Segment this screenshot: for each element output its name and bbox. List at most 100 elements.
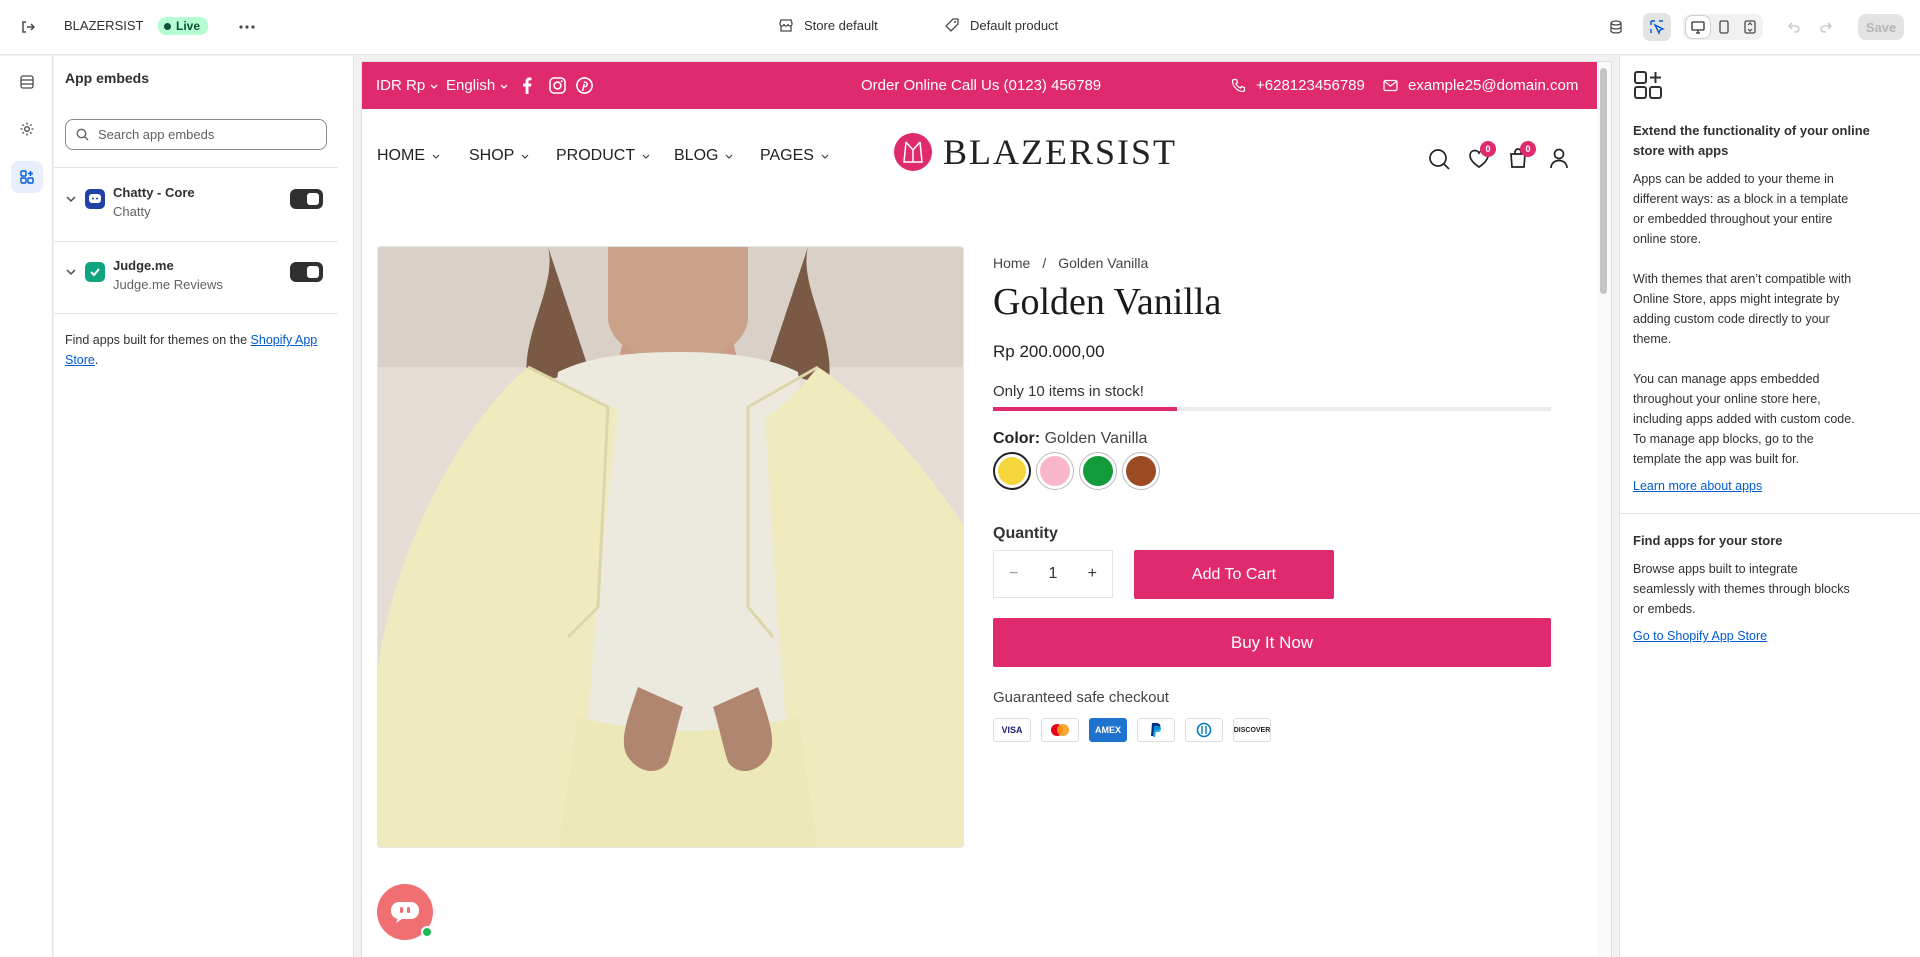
store-name: BLAZERSIST [64,18,144,33]
pinterest-icon[interactable] [576,62,593,109]
app-embeds-icon[interactable] [11,161,43,193]
safe-checkout-text: Guaranteed safe checkout [993,689,1169,706]
template-selector[interactable]: Default product [944,17,1058,33]
info-paragraph: You can manage apps embedded throughout … [1633,372,1855,466]
stock-text: Only 10 items in stock! [993,383,1144,400]
color-label: Color: Golden Vanilla [993,430,1147,448]
app-embed-judgeme[interactable]: Judge.me Judge.me Reviews [54,250,344,310]
announcement-bar: IDR Rp English Order Online Call Us (012… [362,62,1597,109]
email-link[interactable]: example25@domain.com [1383,62,1578,109]
info-paragraph: With themes that aren’t compatible with … [1633,272,1852,346]
divider [54,313,338,314]
store-preview: IDR Rp English Order Online Call Us (012… [362,62,1611,957]
instagram-icon[interactable] [549,62,566,109]
mastercard-icon [1041,718,1079,742]
breadcrumb-current: Golden Vanilla [1058,255,1149,271]
chevron-down-icon [430,84,438,89]
menu-pages[interactable]: PAGES [760,147,830,165]
info-paragraph: Apps can be added to your theme in diffe… [1633,172,1849,246]
quantity-plus-button[interactable]: + [1088,565,1097,583]
fullscreen-view-icon[interactable] [1738,16,1762,38]
phone-number: +628123456789 [1256,77,1365,94]
exit-icon[interactable] [14,13,42,41]
account-icon[interactable] [1548,147,1570,169]
editor-topbar: BLAZERSIST Live Store default Default pr… [0,0,1920,55]
color-label-key: Color: [993,430,1041,447]
info-heading: Extend the functionality of your online … [1633,123,1870,158]
add-to-cart-button[interactable]: Add To Cart [1134,550,1334,599]
breadcrumb: Home / Golden Vanilla [993,255,1148,271]
desktop-view-icon[interactable] [1686,16,1710,38]
info-paragraph: Browse apps built to integrate seamlessl… [1633,562,1850,616]
judgeme-logo-icon [85,262,105,282]
find-apps-heading: Find apps for your store [1633,533,1783,548]
menu-shop[interactable]: SHOP [469,147,530,165]
phone-icon [1231,78,1246,93]
chevron-down-icon [521,154,529,159]
amex-icon: AMEX [1089,718,1127,742]
store-logo[interactable]: BLAZERSIST [893,131,1177,173]
buy-it-now-button[interactable]: Buy It Now [993,618,1551,667]
swatch-yellow[interactable] [993,452,1031,490]
currency-selector[interactable]: IDR Rp [376,62,439,109]
judgeme-toggle[interactable] [290,262,323,282]
preview-area: IDR Rp English Order Online Call Us (012… [355,56,1618,957]
save-button[interactable]: Save [1858,14,1904,40]
mobile-view-icon[interactable] [1712,16,1736,38]
announcement-text: Order Online Call Us (0123) 456789 [861,77,1102,94]
undo-icon[interactable] [1780,13,1808,41]
inspector-icon[interactable] [1643,13,1671,41]
settings-icon[interactable] [11,113,43,145]
menu-home[interactable]: HOME [377,147,441,165]
menu-label: SHOP [469,147,515,164]
wishlist-count-badge: 0 [1480,141,1496,157]
app-subtitle: Judge.me Reviews [113,277,223,292]
visa-icon: VISA [993,718,1031,742]
theme-selector-label: Store default [804,17,878,33]
swatch-green[interactable] [1079,452,1117,490]
online-status-dot [421,926,433,938]
facebook-icon[interactable] [522,62,532,109]
database-icon[interactable] [1602,13,1630,41]
email-icon [1383,79,1398,92]
app-embeds-panel: App embeds Search app embeds Chatty - Co… [54,56,354,957]
chatty-toggle[interactable] [290,189,323,209]
tag-icon [945,18,959,32]
swatch-pink[interactable] [1036,452,1074,490]
theme-selector[interactable]: Store default [778,17,878,33]
store-icon [779,19,793,32]
quantity-minus-button[interactable]: − [1009,565,1018,583]
menu-label: PAGES [760,147,814,164]
breadcrumb-home-link[interactable]: Home [993,255,1030,271]
model-photo [378,247,963,847]
app-subtitle: Chatty [113,204,151,219]
app-grid-icon [1634,71,1662,99]
chatty-chat-launcher[interactable] [377,884,433,940]
preview-scrollbar[interactable] [1597,62,1611,957]
menu-product[interactable]: PRODUCT [556,147,651,165]
chevron-down-icon[interactable] [65,266,77,278]
chevron-down-icon[interactable] [65,193,77,205]
redo-icon[interactable] [1812,13,1840,41]
menu-blog[interactable]: BLOG [674,147,734,165]
blazer-logo-icon [894,133,932,171]
divider [54,167,338,168]
sections-icon[interactable] [11,66,43,98]
learn-more-link[interactable]: Learn more about apps [1633,479,1762,493]
go-to-app-store-link[interactable]: Go to Shopify App Store [1633,629,1767,643]
more-actions-icon[interactable] [233,13,261,41]
chevron-down-icon [642,154,650,159]
quantity-value[interactable]: 1 [1049,565,1058,583]
app-embed-chatty[interactable]: Chatty - Core Chatty [54,177,344,237]
search-icon[interactable] [1428,148,1450,170]
swatch-brown[interactable] [1122,452,1160,490]
phone-link[interactable]: +628123456789 [1231,62,1365,109]
language-selector[interactable]: English [446,62,509,109]
divider [54,241,338,242]
search-app-embeds-input[interactable]: Search app embeds [65,119,327,150]
viewport-switcher [1683,14,1763,40]
chevron-down-icon [432,154,440,159]
quantity-stepper: − 1 + [993,550,1113,598]
product-image[interactable] [377,246,964,848]
language-label: English [446,77,496,94]
